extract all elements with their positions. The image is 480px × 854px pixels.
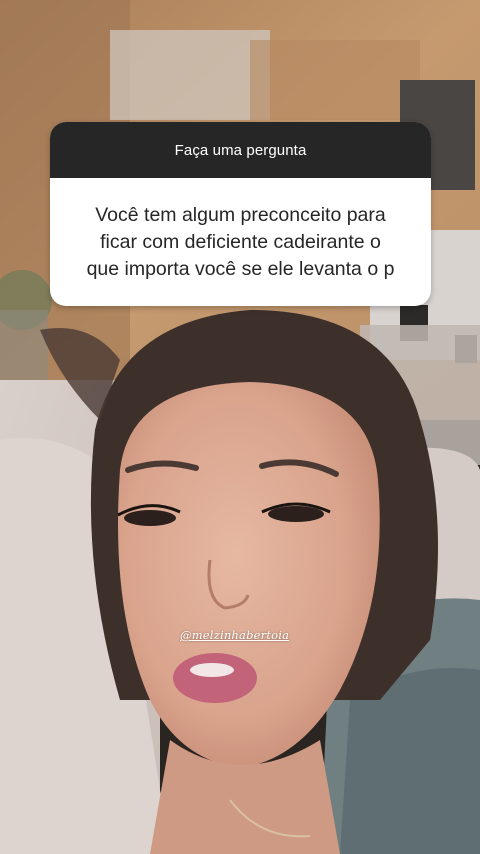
story-frame: Faça uma pergunta Você tem algum preconc…: [0, 0, 480, 854]
question-sticker-header: Faça uma pergunta: [50, 122, 431, 178]
mention-sticker[interactable]: @melzinhabertoia: [177, 628, 292, 642]
question-sticker-body: Você tem algum preconceito para ficar co…: [50, 178, 431, 306]
question-sticker[interactable]: Faça uma pergunta Você tem algum preconc…: [50, 122, 431, 306]
question-text: Você tem algum preconceito para ficar co…: [86, 203, 395, 280]
